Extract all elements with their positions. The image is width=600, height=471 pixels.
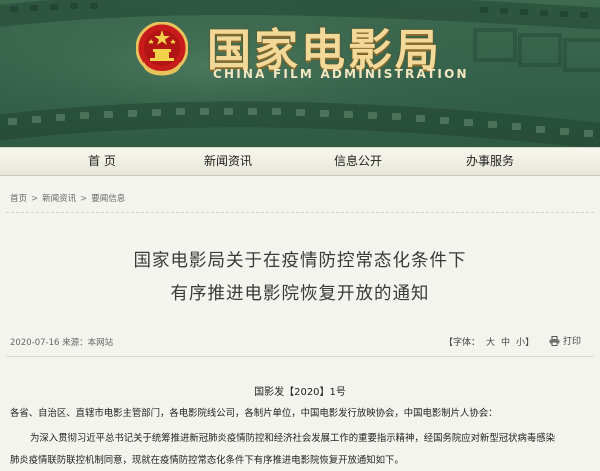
article-paragraph-3: 肺炎疫情联防联控机制同意，现就在疫情防控常态化条件下有序推进电影院恢复开放通知如… — [10, 455, 404, 466]
article-title-line-2: 有序推进电影院恢复开放的通知 — [170, 284, 430, 304]
divider — [6, 212, 594, 213]
print-label: 打印 — [563, 337, 582, 347]
breadcrumb-home[interactable]: 首页 — [10, 194, 27, 204]
breadcrumb-separator: > — [80, 194, 88, 204]
font-size-small[interactable]: 小 — [516, 338, 525, 348]
header-banner: 国家电影局 CHINA FILM ADMINISTRATION — [0, 0, 600, 147]
breadcrumb: 首页 > 新闻资讯 > 要闻信息 — [10, 192, 125, 204]
nav-news[interactable]: 新闻资讯 — [188, 148, 268, 175]
nav-info-disclosure[interactable]: 信息公开 — [318, 148, 398, 175]
divider — [6, 356, 594, 357]
site-subtitle: CHINA FILM ADMINISTRATION — [213, 67, 469, 81]
document-number: 国影发【2020】1号 — [254, 387, 346, 398]
print-button[interactable]: 打印 — [549, 334, 581, 347]
nav-home[interactable]: 首 页 — [62, 148, 142, 175]
article-paragraph-1: 各省、自治区、直辖市电影主管部门，各电影院线公司，各制片单位，中国电影发行放映协… — [10, 408, 498, 419]
breadcrumb-news[interactable]: 新闻资讯 — [42, 194, 76, 204]
article-meta: 2020-07-16 来源：本网站 — [10, 338, 114, 348]
font-size-medium[interactable]: 中 — [501, 338, 510, 348]
breadcrumb-separator: > — [31, 194, 39, 204]
font-size-control: 【字体： 大中小】 — [444, 335, 534, 348]
font-size-close: 】 — [525, 338, 535, 348]
font-size-large[interactable]: 大 — [486, 338, 495, 348]
main-nav: 首 页 新闻资讯 信息公开 办事服务 — [0, 147, 600, 176]
article-title-line-1: 国家电影局关于在疫情防控常态化条件下 — [133, 251, 467, 271]
article-paragraph-2: 为深入贯彻习近平总书记关于统筹推进新冠肺炎疫情防控和经济社会发展工作的重要指示精… — [30, 433, 556, 444]
printer-icon — [549, 336, 560, 346]
article-container: 首页 > 新闻资讯 > 要闻信息 国家电影局关于在疫情防控常态化条件下 有序推进电影院恢… — [0, 176, 600, 471]
national-emblem-icon — [136, 22, 188, 76]
breadcrumb-headlines[interactable]: 要闻信息 — [91, 194, 125, 204]
font-size-label: 【字体： — [444, 338, 481, 348]
nav-services[interactable]: 办事服务 — [450, 148, 530, 175]
